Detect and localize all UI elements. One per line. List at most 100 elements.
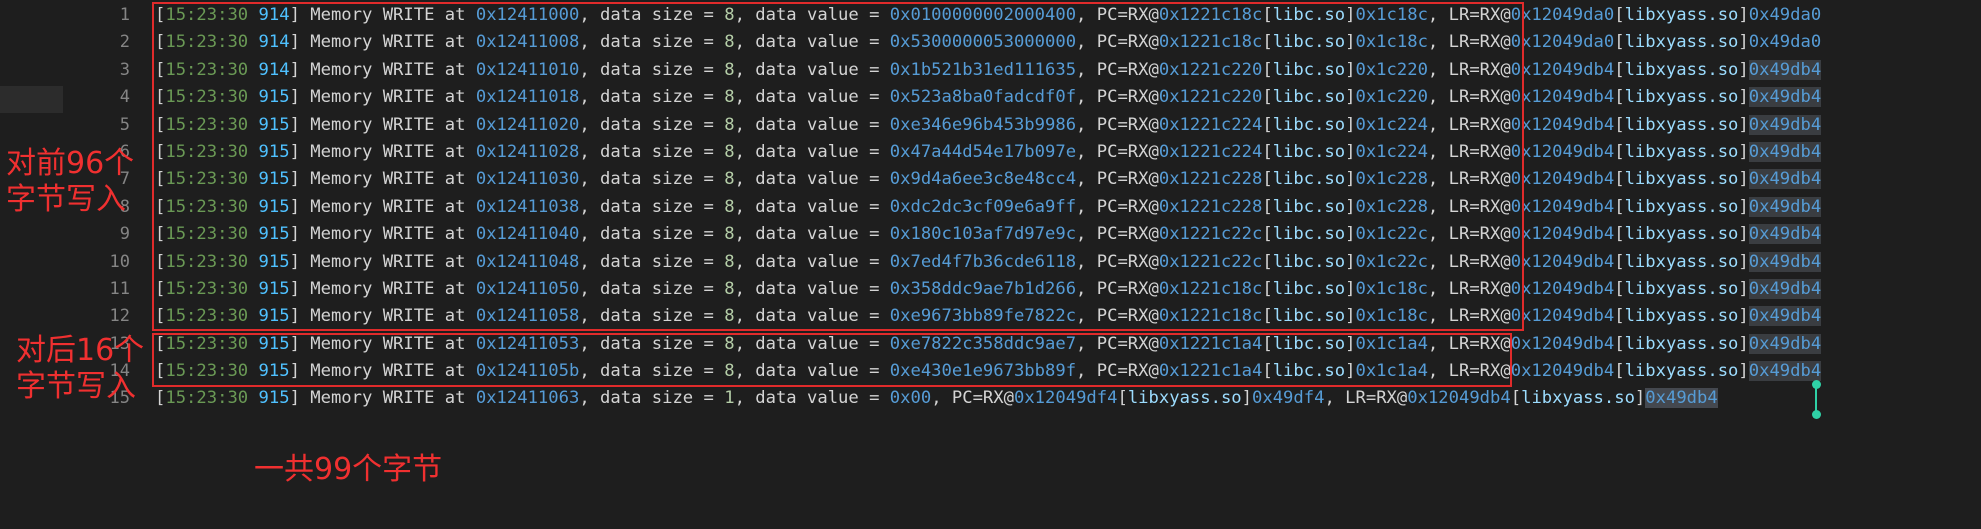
lr-library: libxyass.so xyxy=(1624,278,1739,299)
lr-offset: 0x49db4 xyxy=(1748,59,1822,80)
selection-handle-bottom[interactable] xyxy=(1812,410,1821,419)
line-number: 5 xyxy=(119,114,130,135)
lr-offset: 0x49da0 xyxy=(1748,32,1822,53)
lr-offset: 0x49db4 xyxy=(1748,196,1822,217)
pc-address: 0x12049df4 xyxy=(1013,388,1118,409)
bracket: ] xyxy=(1738,87,1749,108)
lr-offset: 0x49db4 xyxy=(1748,141,1822,162)
write-address: 0x12411063 xyxy=(475,388,580,409)
lr-offset: 0x49db4 xyxy=(1748,361,1822,382)
bracket: [ xyxy=(1614,5,1625,25)
lr-address: 0x12049db4 xyxy=(1510,141,1615,162)
line-number: 3 xyxy=(119,59,130,80)
current-line-band xyxy=(0,86,63,113)
code-editor[interactable]: 1 2 3 4 5 6 7 8 9 10 11 12 13 14 15 [15:23:30 914] Mem… xyxy=(0,0,1981,529)
lr-address: 0x12049db4 xyxy=(1510,333,1615,354)
lr-offset: 0x49db4 xyxy=(1748,169,1822,190)
line-number: 11 xyxy=(109,278,130,299)
label: , LR=RX@ xyxy=(1324,388,1408,409)
highlight-box-first-96-bytes xyxy=(152,2,1524,331)
line-number: 1 xyxy=(119,5,130,25)
annotation-first-96-bytes: 对前96个 字节写入 xyxy=(6,146,135,217)
timestamp: 15:23:30 xyxy=(165,388,249,409)
label: , data size = xyxy=(579,388,725,409)
lr-address: 0x12049db4 xyxy=(1510,278,1615,299)
bracket: ] xyxy=(1738,59,1749,80)
highlight-box-last-16-bytes xyxy=(152,333,1512,387)
bracket: ] xyxy=(1738,169,1749,190)
lr-library: libxyass.so xyxy=(1624,196,1739,217)
bracket: [ xyxy=(1614,361,1625,382)
lr-library: libxyass.so xyxy=(1624,169,1739,190)
annotation-last-16-bytes: 对后16个 字节写入 xyxy=(16,333,145,404)
lr-address: 0x12049da0 xyxy=(1510,5,1615,25)
lr-address: 0x12049db4 xyxy=(1510,87,1615,108)
lr-offset: 0x49db4 xyxy=(1748,114,1822,135)
bracket: [ xyxy=(1614,59,1625,80)
lr-library: libxyass.so xyxy=(1624,114,1739,135)
bracket: ] xyxy=(1738,333,1749,354)
bracket: [ xyxy=(1117,388,1128,409)
lr-library: libxyass.so xyxy=(1624,361,1739,382)
lr-library: libxyass.so xyxy=(1624,141,1739,162)
line-number: 12 xyxy=(109,306,130,327)
bracket: [ xyxy=(1614,306,1625,327)
bracket: ] xyxy=(1738,224,1749,245)
bracket: ] xyxy=(1634,388,1646,409)
lr-address: 0x12049db4 xyxy=(1510,251,1615,272)
lr-library: libxyass.so xyxy=(1624,5,1739,25)
pc-library: libxyass.so xyxy=(1127,388,1242,409)
bracket: ] xyxy=(1738,251,1749,272)
lr-address: 0x12049db4 xyxy=(1510,59,1615,80)
bracket: [ xyxy=(1510,388,1522,409)
lr-offset: 0x49db4 xyxy=(1748,333,1822,354)
lr-address: 0x12049db4 xyxy=(1407,388,1511,409)
label: , data value = xyxy=(734,388,890,409)
selection-handle-top[interactable] xyxy=(1812,380,1821,389)
lr-offset: 0x49db4 xyxy=(1748,251,1822,272)
lr-offset: 0x49db4 xyxy=(1748,278,1822,299)
milliseconds: 915 xyxy=(258,388,290,409)
lr-library: libxyass.so xyxy=(1624,32,1739,53)
bracket: ] xyxy=(289,388,311,409)
bracket: ] xyxy=(1738,32,1749,53)
bracket: [ xyxy=(1614,333,1625,354)
lr-offset: 0x49db4 xyxy=(1748,87,1822,108)
bracket: [ xyxy=(1614,87,1625,108)
annotation-total-bytes: 一共99个字节 xyxy=(254,452,443,487)
line-number: 10 xyxy=(109,251,130,272)
lr-library: libxyass.so xyxy=(1624,306,1739,327)
lr-address: 0x12049da0 xyxy=(1510,32,1615,53)
lr-library: libxyass.so xyxy=(1624,59,1739,80)
bracket: [ xyxy=(1614,114,1625,135)
line-number: 9 xyxy=(119,224,130,245)
bracket: ] xyxy=(1738,141,1749,162)
bracket: ] xyxy=(1738,278,1749,299)
lr-offset: 0x49db4 xyxy=(1748,306,1822,327)
line-number: 2 xyxy=(119,32,130,53)
bracket: ] xyxy=(1738,306,1749,327)
lr-library: libxyass.so xyxy=(1624,333,1739,354)
bracket: ] xyxy=(1738,114,1749,135)
bracket: ] xyxy=(1738,361,1749,382)
line-number: 4 xyxy=(119,87,130,108)
lr-address: 0x12049db4 xyxy=(1510,306,1615,327)
lr-library: libxyass.so xyxy=(1624,224,1739,245)
bracket: [ xyxy=(1614,32,1625,53)
data-size: 1 xyxy=(724,388,735,409)
lr-offset: 0x49db4 xyxy=(1748,224,1822,245)
bracket: [ xyxy=(1614,169,1625,190)
lr-address: 0x12049db4 xyxy=(1510,114,1615,135)
lr-address: 0x12049db4 xyxy=(1510,169,1615,190)
pc-offset: 0x49df4 xyxy=(1252,388,1325,409)
bracket: ] xyxy=(1241,388,1253,409)
log-message: Memory WRITE at xyxy=(310,388,476,409)
data-value: 0x00 xyxy=(889,388,932,409)
label: , PC=RX@ xyxy=(931,388,1014,409)
bracket: [ xyxy=(1614,141,1625,162)
lr-address: 0x12049db4 xyxy=(1510,196,1615,217)
lr-offset: 0x49db4 xyxy=(1645,388,1718,409)
log-line[interactable]: [15:23:30 915] Memory WRITE at 0x1241106… xyxy=(155,385,1981,412)
bracket: [ xyxy=(155,388,166,409)
